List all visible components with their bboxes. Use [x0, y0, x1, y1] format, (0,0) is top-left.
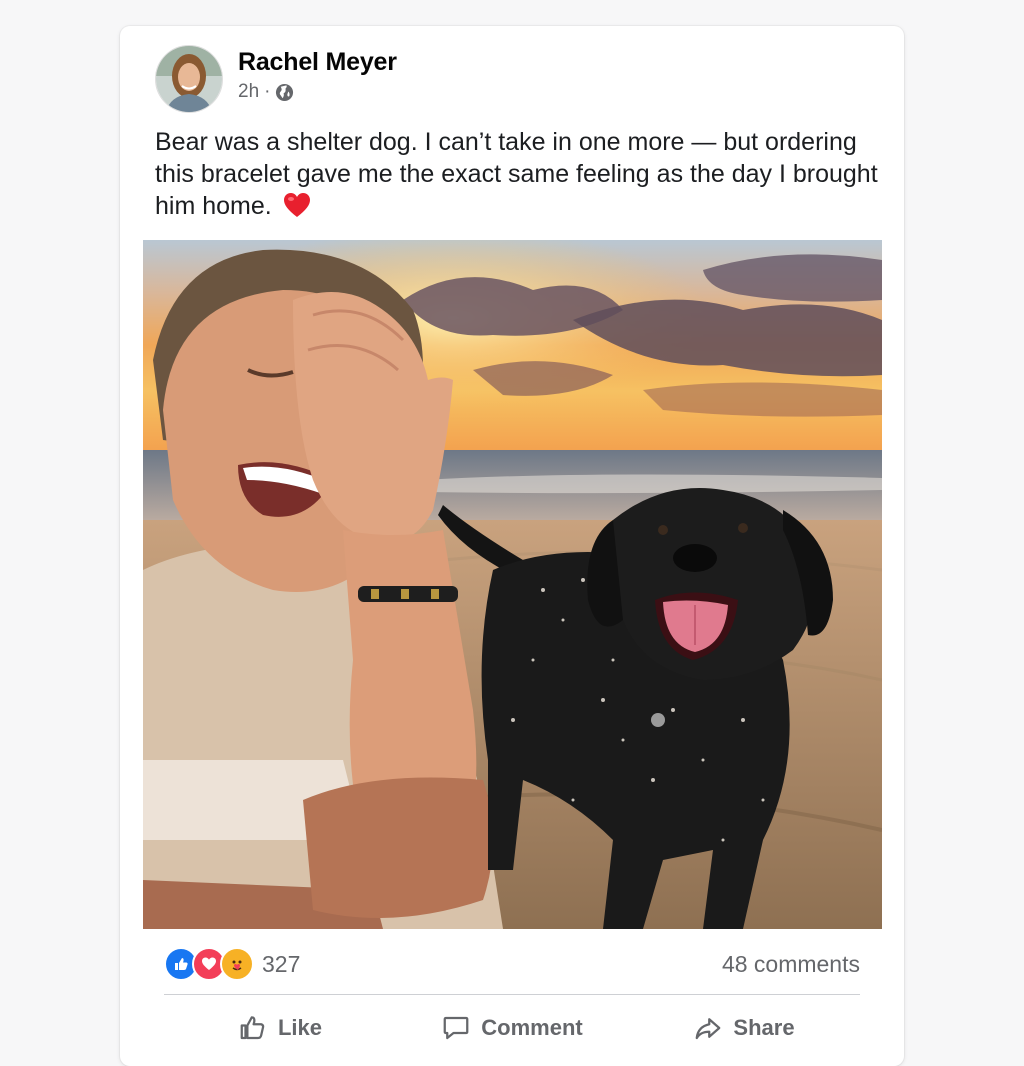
- post-header: Rachel Meyer 2h ·: [155, 45, 397, 113]
- post-photo[interactable]: [143, 240, 882, 929]
- share-label: Share: [733, 1015, 795, 1040]
- like-label: Like: [277, 1015, 323, 1040]
- share-button[interactable]: Share: [628, 1013, 860, 1043]
- comment-button[interactable]: Comment: [396, 1013, 628, 1043]
- meta-separator: ·: [264, 81, 271, 102]
- comments-count[interactable]: 48 comments: [722, 951, 860, 978]
- reaction-stats: 327 48 comments: [164, 944, 860, 984]
- red-heart-icon: [283, 190, 311, 222]
- post-card: Rachel Meyer 2h · Bear was a shelter dog…: [120, 26, 904, 1066]
- comment-label: Comment: [481, 1015, 583, 1040]
- globe-icon[interactable]: [275, 83, 294, 102]
- post-body: Bear was a shelter dog. I can’t take in …: [155, 128, 878, 220]
- post-actions: Like Comment Share: [164, 1006, 860, 1050]
- reaction-count: 327: [262, 950, 301, 977]
- author-avatar[interactable]: [155, 45, 223, 113]
- care-reaction-icon: [220, 947, 254, 981]
- thumbs-up-icon: [240, 1016, 265, 1040]
- author-name[interactable]: Rachel Meyer: [238, 47, 397, 77]
- post-text: Bear was a shelter dog. I can’t take in …: [155, 126, 885, 222]
- actions-divider: [164, 994, 860, 995]
- reaction-summary[interactable]: 327: [164, 947, 300, 981]
- like-button[interactable]: Like: [164, 1013, 396, 1043]
- post-time[interactable]: 2h: [238, 79, 259, 105]
- post-meta: 2h ·: [238, 79, 397, 105]
- share-icon: [696, 1018, 721, 1040]
- comment-icon: [443, 1016, 469, 1040]
